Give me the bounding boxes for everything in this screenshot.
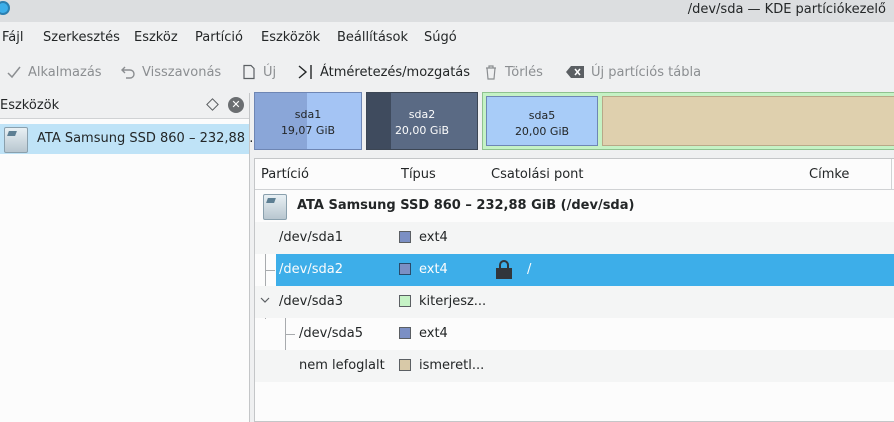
partition-name: /dev/sda2	[279, 262, 343, 277]
fs-color-swatch	[399, 359, 411, 371]
table-row[interactable]: /dev/sda3 kiterjesz...	[255, 286, 894, 318]
menu-tools[interactable]: Eszközök	[261, 30, 320, 45]
partition-name: nem lefoglalt	[299, 358, 385, 373]
fs-type: ext4	[419, 326, 448, 341]
hard-disk-icon	[263, 194, 287, 220]
clear-table-icon	[565, 64, 585, 80]
table-row[interactable]: /dev/sda5 ext4	[255, 318, 894, 350]
chevron-down-icon[interactable]	[260, 294, 270, 304]
table-row-device[interactable]: ATA Samsung SSD 860 – 232,88 GiB (/dev/s…	[255, 190, 894, 222]
column-header-label[interactable]: Címke	[803, 159, 892, 189]
undo-icon	[120, 64, 136, 80]
fs-type: kiterjesz...	[419, 294, 487, 309]
devices-panel-title: Eszközök	[0, 98, 60, 113]
table-row[interactable]: nem lefoglalt ismeretl...	[255, 350, 894, 382]
fs-color-swatch	[399, 327, 411, 339]
delete-button[interactable]: Törlés	[483, 60, 543, 84]
partition-segment-sda2[interactable]: sda2 20,00 GiB	[366, 92, 478, 150]
apply-label: Alkalmazás	[28, 64, 102, 80]
main-toolbar: Alkalmazás Visszavonás Új Átméretezés/mo…	[0, 60, 894, 84]
menu-help[interactable]: Súgó	[424, 30, 457, 45]
fs-color-swatch	[399, 263, 411, 275]
devices-panel-header: Eszközök ✕	[0, 93, 249, 119]
trash-icon	[483, 64, 499, 80]
resize-label: Átméretezés/mozgatás	[320, 64, 471, 80]
partition-segment-unallocated[interactable]	[602, 96, 894, 146]
column-header-partition[interactable]: Partíció	[255, 159, 396, 189]
resize-move-button[interactable]: Átméretezés/mozgatás	[298, 60, 470, 84]
fs-color-swatch	[399, 295, 411, 307]
segment-name: sda2	[408, 108, 436, 121]
partition-name: /dev/sda1	[279, 230, 343, 245]
new-table-label: Új partíciós tábla	[591, 64, 702, 80]
segment-name: sda1	[294, 108, 322, 121]
partition-graph: sda1 19,07 GiB sda2 20,00 GiB sda5 20,00 Gi…	[254, 92, 894, 150]
delete-label: Törlés	[505, 64, 543, 80]
new-document-icon	[241, 64, 257, 80]
undo-button[interactable]: Visszavonás	[120, 60, 221, 84]
column-header-mountpoint[interactable]: Csatolási pont	[485, 159, 804, 189]
new-button[interactable]: Új	[241, 60, 276, 84]
menu-file[interactable]: Fájl	[2, 30, 23, 45]
partition-segment-sda3-extended[interactable]: sda5 20,00 GiB	[482, 92, 894, 150]
new-label: Új	[263, 64, 277, 80]
menu-device[interactable]: Eszköz	[134, 30, 178, 45]
device-list-item[interactable]: ATA Samsung SSD 860 – 232,88 ...	[0, 124, 262, 154]
float-panel-icon[interactable]	[206, 98, 219, 111]
partition-name: /dev/sda3	[279, 294, 343, 309]
fs-color-swatch	[399, 231, 411, 243]
device-label: ATA Samsung SSD 860 – 232,88 ...	[37, 131, 262, 146]
table-row[interactable]: /dev/sda1 ext4	[255, 222, 894, 254]
checkmark-icon	[6, 64, 22, 80]
app-icon[interactable]	[0, 1, 10, 15]
segment-size: 20,00 GiB	[514, 125, 570, 138]
undo-label: Visszavonás	[142, 64, 222, 80]
menu-settings[interactable]: Beállítások	[337, 30, 408, 45]
resize-icon	[298, 64, 314, 80]
partition-segment-sda1[interactable]: sda1 19,07 GiB	[254, 92, 362, 150]
close-panel-icon[interactable]: ✕	[228, 97, 244, 113]
menu-bar: Fájl Szerkesztés Eszköz Partíció Eszközö…	[0, 27, 894, 51]
segment-size: 19,07 GiB	[280, 124, 336, 137]
apply-button[interactable]: Alkalmazás	[6, 60, 102, 84]
devices-panel: Eszközök ✕ ATA Samsung SSD 860 – 232,88 …	[0, 93, 262, 422]
column-header-type[interactable]: Típus	[395, 159, 486, 189]
menu-edit[interactable]: Szerkesztés	[43, 30, 120, 45]
partition-segment-sda5[interactable]: sda5 20,00 GiB	[486, 96, 598, 146]
menu-partition[interactable]: Partíció	[195, 30, 243, 45]
fs-type: ext4	[419, 262, 448, 277]
partition-name: /dev/sda5	[299, 326, 363, 341]
device-row-label: ATA Samsung SSD 860 – 232,88 GiB (/dev/s…	[297, 198, 635, 213]
table-row-selected[interactable]: /dev/sda2 ext4 /	[276, 254, 894, 286]
segment-size: 20,00 GiB	[394, 124, 450, 137]
fs-type: ext4	[419, 230, 448, 245]
segment-name: sda5	[528, 109, 556, 122]
title-bar: /dev/sda — KDE partíciókezelő	[0, 0, 894, 22]
fs-type: ismeretl...	[419, 358, 485, 373]
mount-point: /	[527, 262, 532, 277]
window-title: /dev/sda — KDE partíciókezelő	[687, 2, 886, 17]
lock-icon	[496, 260, 512, 279]
new-partition-table-button[interactable]: Új partíciós tábla	[565, 60, 701, 84]
partition-table: Partíció Típus Csatolási pont Címke ATA …	[254, 158, 894, 422]
hard-disk-icon	[4, 127, 28, 153]
